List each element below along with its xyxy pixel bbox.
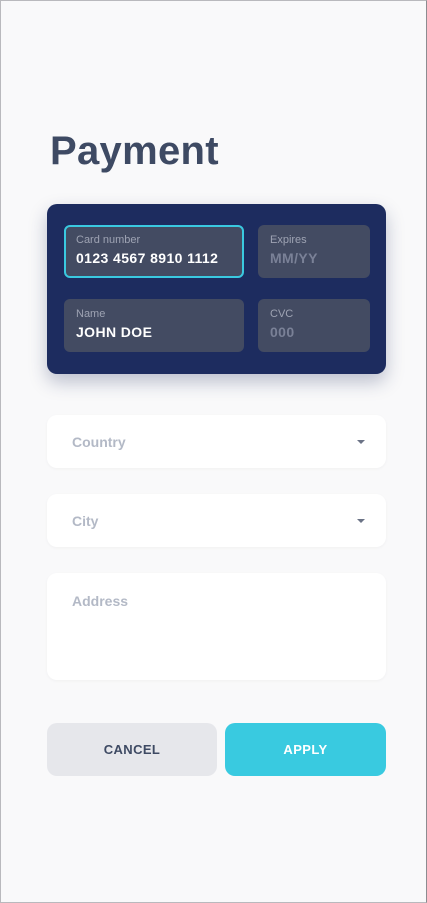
cancel-button[interactable]: CANCEL xyxy=(47,723,217,776)
country-select[interactable]: Country xyxy=(47,415,386,468)
apply-button[interactable]: APPLY xyxy=(225,723,386,776)
city-select[interactable]: City xyxy=(47,494,386,547)
cvc-placeholder: 000 xyxy=(270,324,295,340)
app-frame: Payment Card number 0123 4567 8910 1112 … xyxy=(0,0,427,903)
address-placeholder: Address xyxy=(72,593,129,609)
address-textarea[interactable]: Address xyxy=(47,573,386,680)
city-placeholder: City xyxy=(72,513,99,529)
name-value: JOHN DOE xyxy=(76,324,153,340)
chevron-down-icon xyxy=(357,519,365,523)
name-field[interactable]: Name JOHN DOE xyxy=(64,299,244,352)
card-number-label: Card number xyxy=(76,234,141,246)
chevron-down-icon xyxy=(357,440,365,444)
name-label: Name xyxy=(76,308,106,320)
credit-card-panel: Card number 0123 4567 8910 1112 Expires … xyxy=(47,204,386,374)
expires-placeholder: MM/YY xyxy=(270,250,318,266)
page-title: Payment xyxy=(50,129,219,173)
expires-field[interactable]: Expires MM/YY xyxy=(258,225,370,278)
card-number-field[interactable]: Card number 0123 4567 8910 1112 xyxy=(64,225,244,278)
expires-label: Expires xyxy=(270,234,307,246)
cvc-field[interactable]: CVC 000 xyxy=(258,299,370,352)
cvc-label: CVC xyxy=(270,308,294,320)
country-placeholder: Country xyxy=(72,434,126,450)
card-number-value: 0123 4567 8910 1112 xyxy=(76,250,219,266)
